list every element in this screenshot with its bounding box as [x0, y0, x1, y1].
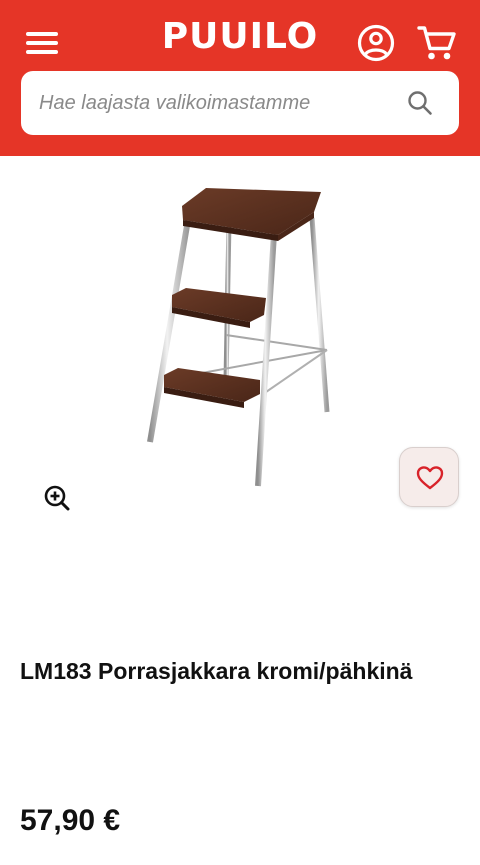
menu-icon-bar [26, 41, 58, 45]
account-button[interactable] [356, 23, 396, 63]
zoom-button[interactable] [44, 485, 70, 511]
puuilo-logo[interactable]: PUUILO [158, 14, 322, 60]
add-to-favorites-button[interactable] [399, 447, 459, 507]
shopping-cart-icon [417, 26, 456, 60]
search-icon[interactable] [407, 90, 433, 116]
menu-icon-bar [26, 50, 58, 54]
zoom-in-icon [44, 485, 70, 511]
cart-button[interactable] [416, 23, 458, 63]
heart-icon [416, 466, 444, 490]
site-header: PUUILO [0, 0, 480, 156]
step-stool-image [147, 188, 330, 487]
search-bar [21, 71, 459, 135]
menu-button[interactable] [24, 29, 60, 57]
product-price: 57,90 € [20, 804, 121, 837]
user-account-icon [357, 24, 395, 62]
product-title: LM183 Porrasjakkara kromi/pähkinä [20, 658, 413, 684]
product-image[interactable] [128, 180, 350, 500]
search-input[interactable] [39, 71, 399, 135]
menu-icon-bar [26, 32, 58, 36]
